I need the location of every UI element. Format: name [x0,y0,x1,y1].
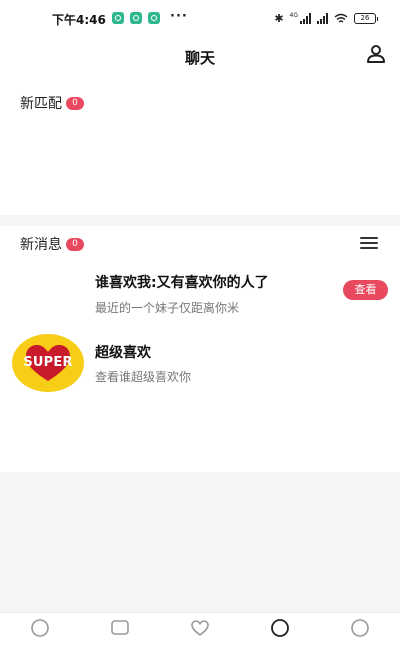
user-icon[interactable] [366,44,386,64]
tab-moments[interactable] [80,613,160,650]
new-matches-section: 新匹配 0 [0,80,400,215]
menu-icon[interactable] [360,237,378,249]
new-matches-heading: 新匹配 0 [20,93,84,113]
notification-app-icon [148,12,160,24]
status-indicators: ✱ 4G 26 [274,11,378,25]
battery-icon: 26 [354,12,378,24]
signal-icon: 4G [289,11,311,24]
new-messages-heading: 新消息 0 [20,234,84,254]
super-like-avatar: SUPER [12,334,84,392]
tab-likes[interactable] [160,613,240,650]
message-title: 谁喜欢我:又有喜欢你的人了 [95,275,269,291]
page-title: 聊天 [184,49,215,67]
message-item-super-like[interactable]: SUPER 超级喜欢 查看谁超级喜欢你 [0,328,400,398]
chat-bubble-icon [111,620,129,635]
new-matches-title: 新匹配 [20,96,62,112]
tab-discover[interactable] [0,613,80,650]
status-time: 下午4:46 [52,13,106,27]
signal-icon [317,12,328,24]
nav-header: 聊天 [0,36,400,80]
chat-active-icon [271,619,289,637]
search-icon [31,619,49,637]
message-title: 超级喜欢 [95,345,151,361]
profile-icon [351,619,369,637]
super-like-avatar-text: SUPER [23,355,73,370]
new-messages-count-badge: 0 [66,237,84,251]
message-item-who-likes-me[interactable]: 谁喜欢我:又有喜欢你的人了 最近的一个妹子仅距离你米 查看 [0,272,400,332]
more-notifications-icon: ··· [170,9,188,24]
wifi-icon [334,13,348,23]
message-subtitle: 最近的一个妹子仅距离你米 [95,301,240,315]
new-matches-count-badge: 0 [66,96,84,110]
message-subtitle: 查看谁超级喜欢你 [95,370,192,384]
heart-icon [191,620,209,637]
tab-profile[interactable] [320,613,400,650]
new-messages-section: 新消息 0 谁喜欢我:又有喜欢你的人了 最近的一个妹子仅距离你米 查看 SUPE… [0,226,400,472]
network-type-label: 4G [289,11,298,19]
new-messages-title: 新消息 [20,237,62,253]
bottom-tab-bar [0,612,400,650]
view-button[interactable]: 查看 [343,280,388,300]
status-bar: 下午4:46 ··· ✱ 4G 26 [0,0,400,36]
notification-app-icon [130,12,142,24]
tab-chat[interactable] [240,613,320,650]
notification-app-icon [112,12,124,24]
bluetooth-icon: ✱ [274,11,284,25]
